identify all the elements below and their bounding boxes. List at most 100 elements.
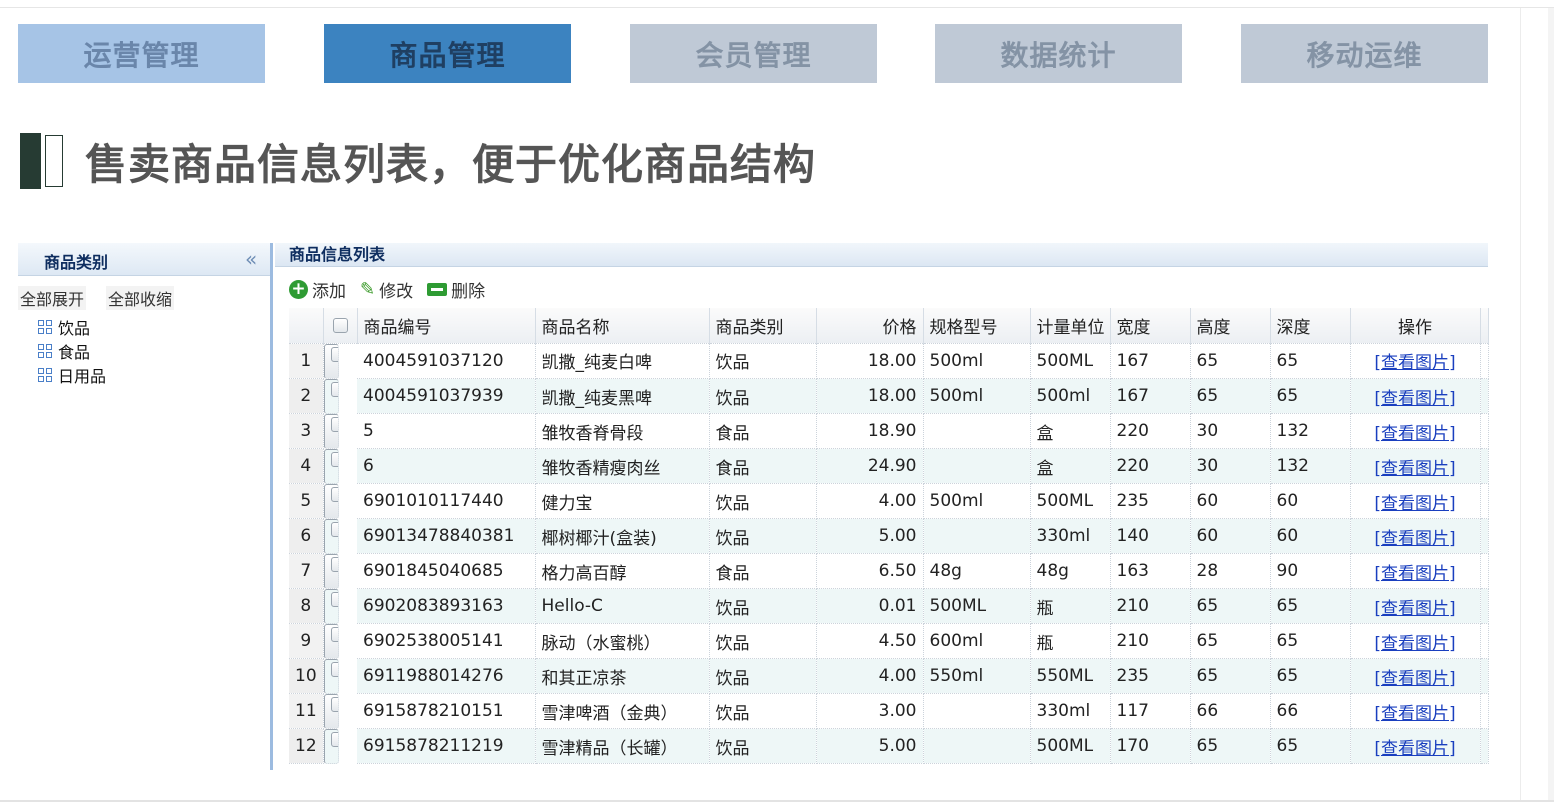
- tree-item-drinks[interactable]: 饮品: [38, 315, 90, 339]
- row-checkbox[interactable]: [330, 732, 338, 747]
- cell-unit: 瓶: [1030, 588, 1111, 624]
- cell-height: 65: [1190, 658, 1271, 694]
- cell-unit: 瓶: [1030, 623, 1111, 659]
- tab-members[interactable]: 会员管理: [630, 24, 877, 83]
- scrollbar-track[interactable]: [1548, 8, 1554, 800]
- cell-name: 雪津精品（长罐）: [535, 728, 710, 764]
- row-number: 9: [289, 623, 324, 659]
- row-checkbox[interactable]: [330, 522, 338, 537]
- row-checkbox[interactable]: [330, 557, 338, 572]
- cell-price: 5.00: [816, 728, 924, 764]
- view-image-link[interactable]: [查看图片]: [1374, 739, 1455, 759]
- cell-overflow: [1480, 623, 1489, 659]
- table-row[interactable]: 3 5 雏牧香脊骨段 食品 18.90 盒 220 30 132 [查看图片]: [289, 413, 1489, 449]
- view-image-link[interactable]: [查看图片]: [1374, 564, 1455, 584]
- view-image-link[interactable]: [查看图片]: [1374, 459, 1455, 479]
- table-row[interactable]: 1 4004591037120 凯撒_纯麦白啤 饮品 18.00 500ml 500ML 16…: [289, 343, 1489, 379]
- cell-width: 235: [1110, 483, 1191, 519]
- cell-width: 140: [1110, 518, 1191, 554]
- row-checkbox[interactable]: [330, 662, 338, 677]
- view-image-link[interactable]: [查看图片]: [1374, 669, 1455, 689]
- edit-button[interactable]: ✎ 修改: [360, 277, 413, 302]
- edit-button-label: 修改: [379, 281, 414, 302]
- select-all-checkbox[interactable]: [332, 317, 348, 333]
- view-image-link[interactable]: [查看图片]: [1374, 634, 1455, 654]
- view-image-link[interactable]: [查看图片]: [1374, 494, 1455, 514]
- table-row[interactable]: 12 6915878211219 雪津精品（长罐） 饮品 5.00 500ML 170 65 6…: [289, 728, 1489, 764]
- grid-panel-title: 商品信息列表: [289, 245, 386, 264]
- panel-splitter[interactable]: [270, 243, 273, 770]
- view-image-link[interactable]: [查看图片]: [1374, 424, 1455, 444]
- delete-button[interactable]: 删除: [427, 277, 485, 302]
- row-checkbox[interactable]: [330, 487, 338, 502]
- category-panel-header: 商品类别 «: [18, 243, 270, 276]
- col-header-spec[interactable]: 规格型号: [923, 308, 1031, 344]
- cell-depth: 90: [1270, 553, 1351, 589]
- cell-name: 凯撒_纯麦白啤: [535, 343, 710, 379]
- row-checkbox[interactable]: [330, 592, 338, 607]
- col-header-name[interactable]: 商品名称: [535, 308, 710, 344]
- cell-code: 6902538005141: [357, 623, 536, 659]
- table-row[interactable]: 2 4004591037939 凯撒_纯麦黑啤 饮品 18.00 500ml 500ml 16…: [289, 378, 1489, 414]
- table-row[interactable]: 10 6911988014276 和其正凉茶 饮品 4.00 550ml 550ML 235 6…: [289, 658, 1489, 694]
- col-header-category[interactable]: 商品类别: [709, 308, 817, 344]
- cell-depth: 65: [1270, 623, 1351, 659]
- col-header-code[interactable]: 商品编号: [357, 308, 536, 344]
- table-row[interactable]: 7 6901845040685 格力高百醇 食品 6.50 48g 48g 163 28 90 [查…: [289, 553, 1489, 589]
- cell-code: 4004591037939: [357, 378, 536, 414]
- cell-category: 饮品: [709, 728, 817, 764]
- view-image-link[interactable]: [查看图片]: [1374, 529, 1455, 549]
- cell-price: 4.50: [816, 623, 924, 659]
- cell-overflow: [1480, 588, 1489, 624]
- table-row[interactable]: 9 6902538005141 脉动（水蜜桃） 饮品 4.50 600ml 瓶 210 65 65…: [289, 623, 1489, 659]
- table-row[interactable]: 8 6902083893163 Hello-C 饮品 0.01 500ML 瓶 210 65 65…: [289, 588, 1489, 624]
- expand-all-button[interactable]: 全部展开: [18, 286, 87, 310]
- double-chevron-left-icon[interactable]: «: [245, 247, 257, 271]
- row-checkbox-cell: [323, 623, 339, 659]
- cell-name: 凯撒_纯麦黑啤: [535, 378, 710, 414]
- minus-icon: [427, 282, 448, 296]
- view-image-link[interactable]: [查看图片]: [1374, 599, 1455, 619]
- table-row[interactable]: 4 6 雏牧香精瘦肉丝 食品 24.90 盒 220 30 132 [查看图片]: [289, 448, 1489, 484]
- table-header-row: 商品编号 商品名称 商品类别 价格 规格型号 计量单位 宽度 高度 深度 操作: [289, 308, 1489, 344]
- row-checkbox-cell: [323, 588, 339, 624]
- tree-item-food[interactable]: 食品: [38, 339, 90, 363]
- col-header-price[interactable]: 价格: [816, 308, 924, 344]
- view-image-link[interactable]: [查看图片]: [1374, 353, 1455, 373]
- view-image-link[interactable]: [查看图片]: [1374, 389, 1455, 409]
- collapse-all-button[interactable]: 全部收缩: [106, 286, 175, 310]
- add-button[interactable]: + 添加: [289, 277, 346, 302]
- tab-mobile-ops[interactable]: 移动运维: [1241, 24, 1488, 83]
- tab-products[interactable]: 商品管理: [324, 24, 571, 83]
- col-header-unit[interactable]: 计量单位: [1030, 308, 1111, 344]
- cell-spec: 550ml: [923, 658, 1031, 694]
- select-all-checkbox-cell: [323, 308, 358, 344]
- cell-height: 30: [1190, 448, 1271, 484]
- cell-code: 6902083893163: [357, 588, 536, 624]
- table-row[interactable]: 5 6901010117440 健力宝 饮品 4.00 500ml 500ML 235 60 60…: [289, 483, 1489, 519]
- cell-category: 食品: [709, 553, 817, 589]
- col-header-depth[interactable]: 深度: [1270, 308, 1351, 344]
- col-header-width[interactable]: 宽度: [1110, 308, 1191, 344]
- cell-code: 69013478840381: [357, 518, 536, 554]
- row-checkbox-cell: [323, 483, 339, 519]
- tab-operations[interactable]: 运营管理: [18, 24, 265, 83]
- table-row[interactable]: 6 69013478840381 椰树椰汁(盒装) 饮品 5.00 330ml 140 60 6…: [289, 518, 1489, 554]
- tab-statistics[interactable]: 数据统计: [935, 24, 1182, 83]
- row-checkbox[interactable]: [330, 417, 338, 432]
- table-row[interactable]: 11 6915878210151 雪津啤酒（金典） 饮品 3.00 330ml 117 66 6…: [289, 693, 1489, 729]
- row-checkbox[interactable]: [330, 697, 338, 712]
- tree-item-daily-goods[interactable]: 日用品: [38, 363, 106, 387]
- view-image-link[interactable]: [查看图片]: [1374, 704, 1455, 724]
- cell-action: [查看图片]: [1350, 588, 1481, 624]
- cell-code: 6915878211219: [357, 728, 536, 764]
- row-checkbox[interactable]: [330, 452, 338, 467]
- row-checkbox[interactable]: [330, 347, 338, 362]
- cell-price: 0.01: [816, 588, 924, 624]
- col-header-height[interactable]: 高度: [1190, 308, 1271, 344]
- row-checkbox[interactable]: [330, 627, 338, 642]
- cell-overflow: [1480, 378, 1489, 414]
- plus-icon: +: [289, 279, 308, 299]
- row-checkbox[interactable]: [330, 382, 338, 397]
- row-checkbox-cell: [323, 658, 339, 694]
